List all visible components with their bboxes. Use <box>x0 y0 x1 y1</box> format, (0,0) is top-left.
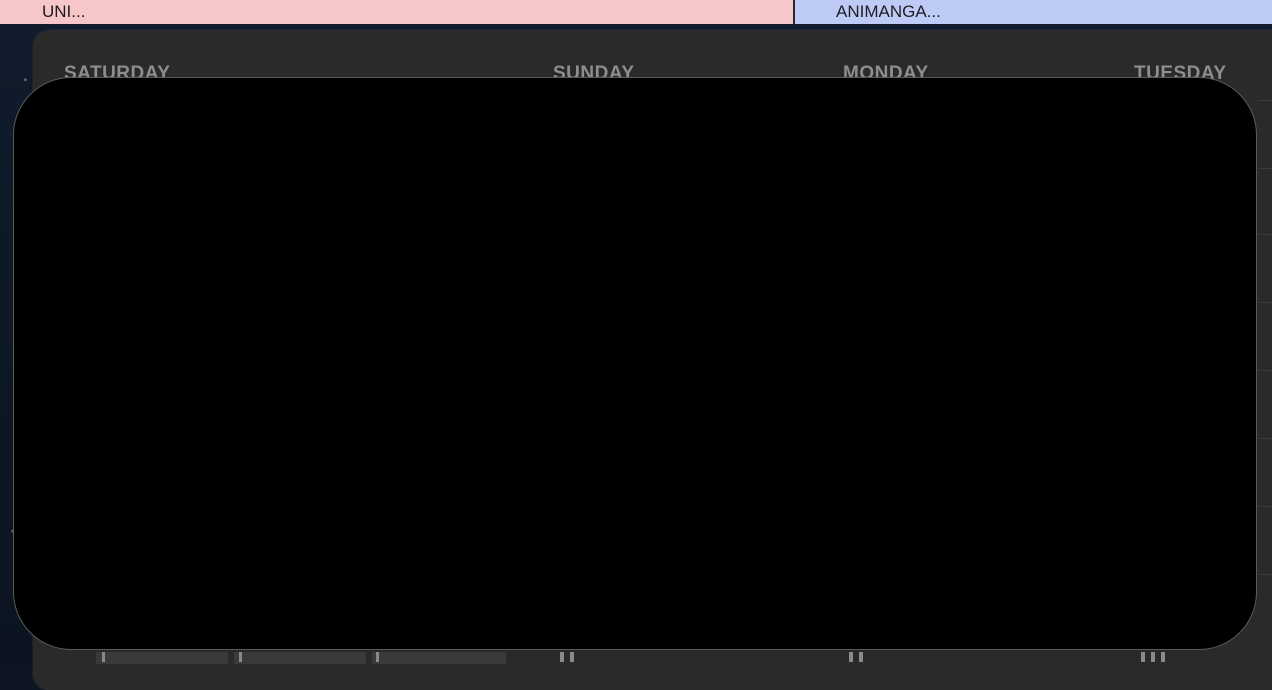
grid-line <box>1258 234 1272 235</box>
cut-off-text <box>68 652 86 664</box>
weather-glyph <box>1161 652 1165 662</box>
time-block <box>234 652 366 664</box>
weather-glyph <box>560 652 564 662</box>
grid-line <box>1258 438 1272 439</box>
event-bar-animanga[interactable]: ANIMANGA... <box>793 0 1272 24</box>
event-bar-uni[interactable]: UNI... <box>0 0 793 24</box>
grid-line <box>1258 302 1272 303</box>
time-tick <box>239 652 242 662</box>
grid-line <box>1258 574 1272 575</box>
weather-glyph <box>1151 652 1155 662</box>
weather-glyph <box>859 652 863 662</box>
time-block <box>372 652 506 664</box>
time-block <box>96 652 228 664</box>
event-title: ANIMANGA... <box>836 2 941 21</box>
weather-glyph <box>849 652 853 662</box>
event-title: UNI... <box>42 2 86 21</box>
grid-line <box>1258 370 1272 371</box>
blank-overlay-window[interactable] <box>13 77 1257 650</box>
grid-line <box>1258 168 1272 169</box>
grid-line <box>1258 506 1272 507</box>
time-tick <box>102 652 105 662</box>
grid-line <box>1258 100 1272 101</box>
weather-glyph <box>1141 652 1145 662</box>
weather-glyph <box>570 652 574 662</box>
time-tick <box>376 652 379 662</box>
